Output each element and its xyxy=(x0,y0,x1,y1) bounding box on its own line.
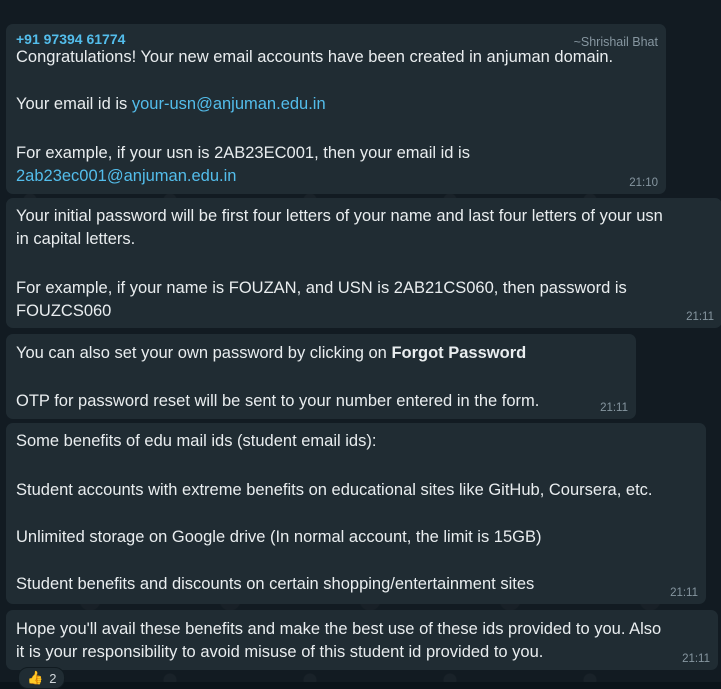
message-bubble-closing[interactable]: Hope you'll avail these benefits and mak… xyxy=(6,610,718,670)
message-text-email-line: Your email id is your-usn@anjuman.edu.in xyxy=(16,93,326,117)
message-text: FOUZCS060 xyxy=(16,302,112,320)
message-text: Some benefits of edu mail ids (student e… xyxy=(16,432,377,450)
message-bubble-password[interactable]: Your initial password will be first four… xyxy=(6,198,721,328)
message-time: 21:11 xyxy=(670,587,698,599)
thumbs-up-icon: 👍 xyxy=(27,670,44,685)
message-text: Student accounts with extreme benefits o… xyxy=(16,481,653,499)
message-text: Congratulations! Your new email accounts… xyxy=(16,48,614,66)
message-text: You can also set your own password by cl… xyxy=(16,342,526,366)
forgot-password-text: Forgot Password xyxy=(391,344,527,362)
reaction-badge[interactable]: 👍 2 xyxy=(18,667,66,689)
message-text: Student benefits and discounts on certai… xyxy=(16,575,535,593)
reaction-count: 2 xyxy=(49,670,57,686)
email-link[interactable]: your-usn@anjuman.edu.in xyxy=(132,95,326,113)
message-text: For example, if your name is FOUZAN, and… xyxy=(16,279,627,297)
message-bubble-forgot-password[interactable]: You can also set your own password by cl… xyxy=(6,334,636,419)
message-bubble-email-accounts[interactable]: +91 97394 61774 ~Shrishail Bhat Congratu… xyxy=(6,24,666,194)
example-email-link[interactable]: 2ab23ec001@anjuman.edu.in xyxy=(16,165,236,189)
message-time: 21:11 xyxy=(682,653,710,665)
message-time: 21:11 xyxy=(686,311,714,323)
message-time: 21:10 xyxy=(629,177,658,189)
message-text: Hope you'll avail these benefits and mak… xyxy=(16,620,662,638)
message-text: in capital letters. xyxy=(16,230,136,248)
message-text: it is your responsibility to avoid misus… xyxy=(16,643,544,661)
message-time: 21:11 xyxy=(600,402,628,414)
message-text: Your initial password will be first four… xyxy=(16,207,663,225)
text-prefix: You can also set your own password by cl… xyxy=(16,344,392,362)
message-bubble-benefits[interactable]: Some benefits of edu mail ids (student e… xyxy=(6,423,706,604)
email-prefix: Your email id is xyxy=(16,95,132,113)
message-text: Unlimited storage on Google drive (In no… xyxy=(16,528,542,546)
message-text-example: For example, if your usn is 2AB23EC001, … xyxy=(16,144,470,162)
message-text: OTP for password reset will be sent to y… xyxy=(16,392,540,410)
